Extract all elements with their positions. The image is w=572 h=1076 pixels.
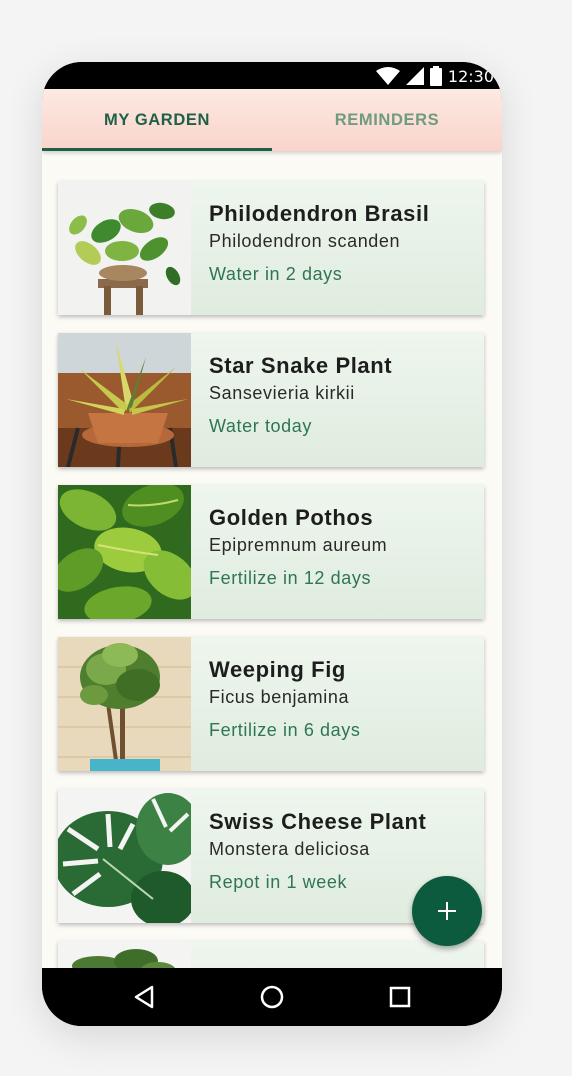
plant-scientific-name: Sansevieria kirkii — [209, 383, 355, 403]
plant-care-task: Fertilize in 12 days — [209, 568, 372, 588]
recents-icon — [389, 986, 411, 1008]
home-button[interactable] — [252, 977, 292, 1017]
active-tab-indicator — [42, 148, 272, 151]
plant-name: Swiss Cheese Plant — [209, 809, 427, 834]
tab-reminders[interactable]: REMINDERS — [272, 89, 502, 151]
plant-name: Golden Pothos — [209, 505, 374, 530]
cellular-signal-icon — [405, 67, 424, 85]
plant-care-task: Water in 2 days — [209, 264, 343, 284]
back-button[interactable] — [124, 977, 164, 1017]
plant-scientific-name: Ficus benjamina — [209, 687, 350, 707]
plant-name: Weeping Fig — [209, 657, 346, 682]
plant-card[interactable]: Weeping Fig Ficus benjamina Fertilize in… — [58, 637, 484, 771]
recents-button[interactable] — [380, 977, 420, 1017]
plant-name: Star Snake Plant — [209, 353, 393, 378]
plus-icon — [438, 902, 456, 920]
philodendron-photo — [58, 181, 191, 315]
plant-care-task: Fertilize in 6 days — [209, 720, 361, 740]
plant-care-task: Water today — [209, 416, 312, 436]
plant-card[interactable]: Philodendron Brasil Philodendron scanden… — [58, 181, 484, 315]
app-screen: MY GARDEN REMINDERS Philodendron Brasil … — [42, 89, 502, 968]
back-icon — [134, 985, 154, 1009]
wifi-icon — [375, 67, 400, 85]
plant-photo-partial — [58, 941, 191, 968]
plant-card[interactable]: Star Snake Plant Sansevieria kirkii Wate… — [58, 333, 484, 467]
phone-frame: 12:30 MY GARDEN REMINDERS Philodendron B… — [42, 62, 502, 1026]
tab-my-garden[interactable]: MY GARDEN — [42, 89, 272, 151]
plant-card[interactable]: Golden Pothos Epipremnum aureum Fertiliz… — [58, 485, 484, 619]
plant-card-partial[interactable] — [58, 941, 484, 968]
add-plant-fab[interactable] — [412, 876, 482, 946]
status-time: 12:30 — [447, 66, 494, 86]
plant-scientific-name: Monstera deliciosa — [209, 839, 370, 859]
tab-bar: MY GARDEN REMINDERS — [42, 89, 502, 151]
plant-care-task: Repot in 1 week — [209, 872, 348, 892]
plant-scientific-name: Philodendron scanden — [209, 231, 401, 251]
plant-name: Philodendron Brasil — [209, 201, 430, 226]
battery-icon — [429, 66, 442, 86]
plant-list: Philodendron Brasil Philodendron scanden… — [58, 181, 484, 968]
pothos-photo — [58, 485, 191, 619]
snake-plant-photo — [58, 333, 191, 467]
weeping-fig-photo — [58, 637, 191, 771]
home-icon — [260, 985, 284, 1009]
status-bar: 12:30 — [42, 62, 502, 89]
tab-reminders-label: REMINDERS — [334, 110, 440, 129]
navigation-bar — [42, 968, 502, 1026]
plant-scientific-name: Epipremnum aureum — [209, 535, 388, 555]
monstera-photo — [58, 789, 191, 923]
tab-my-garden-label: MY GARDEN — [104, 110, 210, 129]
